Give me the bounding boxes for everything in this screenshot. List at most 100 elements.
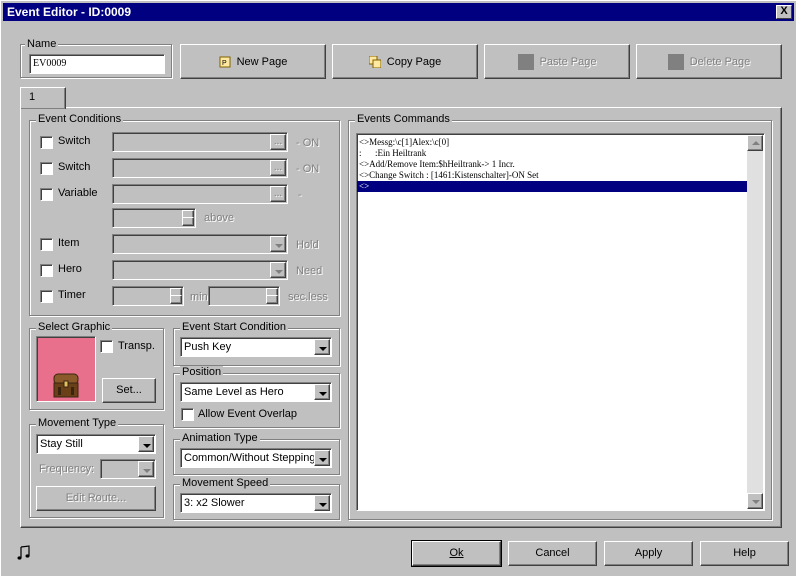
animation-type-select[interactable]: Common/Without Stepping	[180, 448, 332, 468]
scroll-up-icon[interactable]	[747, 135, 763, 151]
ellipsis-icon: ...	[273, 188, 283, 199]
copy-page-button[interactable]: Copy Page	[332, 44, 478, 79]
window-title: Event Editor - ID:0009	[7, 5, 132, 19]
command-line[interactable]: <>Messg:\c[1]Alex:\c[0]	[357, 137, 747, 148]
movement-type-select[interactable]: Stay Still	[36, 434, 156, 454]
chevron-down-icon[interactable]	[270, 236, 286, 252]
movement-speed-select[interactable]: 3: x2 Slower	[180, 493, 332, 513]
chevron-down-icon[interactable]	[270, 262, 286, 278]
position-value: Same Level as Hero	[184, 386, 284, 398]
paste-page-label: Paste Page	[539, 56, 597, 68]
graphic-preview[interactable]	[36, 336, 96, 402]
switch1-checkbox[interactable]	[40, 136, 53, 149]
chevron-down-icon[interactable]	[314, 339, 330, 355]
ok-label: Ok	[449, 547, 464, 559]
set-graphic-button[interactable]: Set...	[102, 378, 156, 403]
transparent-checkbox[interactable]	[100, 340, 113, 353]
chevron-down-icon[interactable]	[314, 450, 330, 466]
item-select[interactable]	[112, 234, 288, 254]
cancel-label: Cancel	[535, 547, 570, 559]
spin-down-icon[interactable]	[170, 295, 182, 304]
variable-above-label: above	[204, 212, 234, 224]
svg-text:P: P	[222, 60, 227, 67]
event-conditions-label: Event Conditions	[36, 113, 124, 125]
chevron-down-icon[interactable]	[138, 461, 154, 477]
frequency-label: Frequency:	[39, 463, 95, 475]
timer-label: Timer	[58, 289, 86, 301]
switch2-suffix: - ON	[296, 163, 320, 175]
start-condition-label: Event Start Condition	[180, 321, 288, 333]
edit-route-button[interactable]: Edit Route...	[36, 486, 156, 511]
timer-checkbox[interactable]	[40, 290, 53, 303]
variable-checkbox[interactable]	[40, 188, 53, 201]
start-condition-value: Push Key	[184, 341, 232, 353]
delete-page-icon	[667, 54, 684, 71]
name-label: Name	[25, 38, 59, 50]
spinner-arrows[interactable]	[266, 288, 278, 304]
item-checkbox[interactable]	[40, 238, 53, 251]
switch1-field[interactable]: ...	[112, 132, 288, 152]
spin-down-icon[interactable]	[182, 217, 194, 226]
variable-field[interactable]: ...	[112, 184, 288, 204]
event-editor-window: Event Editor - ID:0009 X Name EV0009 P Ne…	[0, 0, 797, 577]
switch2-label: Switch	[58, 161, 91, 173]
close-button[interactable]: X	[776, 5, 792, 19]
new-page-icon: P	[219, 56, 231, 68]
movement-type-label: Movement Type	[36, 417, 119, 429]
timer-sec-spinner[interactable]	[208, 286, 280, 306]
help-button[interactable]: Help	[700, 541, 789, 566]
delete-page-label: Delete Page	[689, 56, 751, 68]
chevron-down-icon[interactable]	[314, 495, 330, 511]
switch1-browse-button[interactable]: ...	[270, 134, 286, 150]
paste-page-button[interactable]: Paste Page	[484, 44, 630, 79]
frequency-select[interactable]	[100, 459, 156, 479]
name-input[interactable]: EV0009	[29, 54, 165, 74]
switch2-checkbox[interactable]	[40, 162, 53, 175]
command-line[interactable]: <>	[357, 181, 747, 192]
switch2-browse-button[interactable]: ...	[270, 160, 286, 176]
variable-value-spinner[interactable]	[112, 208, 196, 228]
chevron-down-icon[interactable]	[138, 436, 154, 452]
apply-button[interactable]: Apply	[604, 541, 693, 566]
position-select[interactable]: Same Level as Hero	[180, 382, 332, 402]
hero-select[interactable]	[112, 260, 288, 280]
position-label: Position	[180, 366, 224, 378]
command-line[interactable]: <>Add/Remove Item:$hHeiltrank-> 1 Incr.	[357, 159, 747, 170]
spinner-arrows[interactable]	[170, 288, 182, 304]
paste-page-icon	[517, 54, 534, 71]
events-commands-label: Events Commands	[355, 113, 452, 125]
new-page-button[interactable]: P New Page	[180, 44, 326, 79]
variable-browse-button[interactable]: ...	[270, 186, 286, 202]
delete-page-button[interactable]: Delete Page	[636, 44, 782, 79]
animation-type-value: Common/Without Stepping	[184, 452, 316, 464]
command-line[interactable]: <>Change Switch : [1461:Kistenschalter]-…	[357, 170, 747, 181]
start-condition-select[interactable]: Push Key	[180, 337, 332, 357]
movement-speed-label: Movement Speed	[180, 477, 271, 489]
chevron-down-icon[interactable]	[314, 384, 330, 400]
transparent-label: Transp.	[118, 340, 155, 352]
ellipsis-icon: ...	[273, 136, 283, 147]
spinner-arrows[interactable]	[182, 210, 194, 226]
title-bar: Event Editor - ID:0009 X	[3, 3, 794, 21]
music-note-icon[interactable]	[16, 545, 32, 561]
tab-1-label: 1	[29, 91, 36, 103]
movement-speed-value: 3: x2 Slower	[184, 497, 245, 509]
events-commands-list[interactable]: <>Messg:\c[1]Alex:\c[0]: :Ein Heiltrank <…	[356, 133, 765, 511]
timer-min-spinner[interactable]	[112, 286, 184, 306]
command-line[interactable]: : :Ein Heiltrank	[357, 148, 747, 159]
tab-1[interactable]: 1	[20, 87, 66, 109]
cancel-button[interactable]: Cancel	[508, 541, 597, 566]
copy-page-label: Copy Page	[386, 56, 442, 68]
allow-overlap-checkbox[interactable]	[181, 408, 194, 421]
spin-down-icon[interactable]	[266, 295, 278, 304]
timer-min-label: min	[190, 291, 208, 303]
hero-checkbox[interactable]	[40, 264, 53, 277]
commands-scrollbar[interactable]	[747, 135, 763, 509]
timer-sec-label: sec.less	[288, 291, 328, 303]
ok-button[interactable]: Ok	[411, 540, 502, 567]
switch2-field[interactable]: ...	[112, 158, 288, 178]
scroll-down-icon[interactable]	[747, 493, 763, 509]
switch1-suffix: - ON	[296, 137, 320, 149]
close-icon: X	[780, 5, 788, 17]
hero-suffix: Need	[296, 265, 323, 277]
